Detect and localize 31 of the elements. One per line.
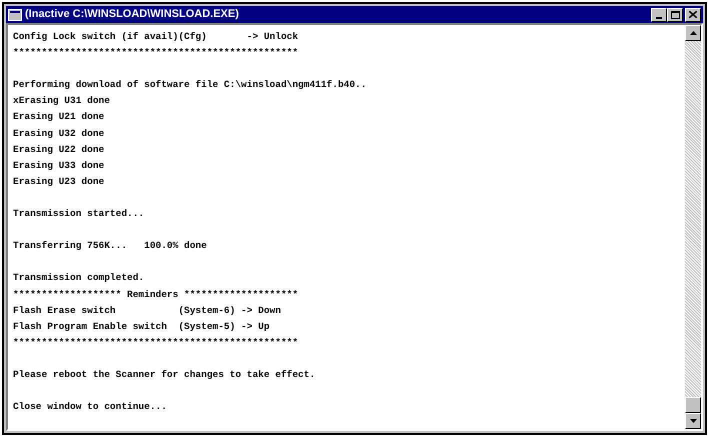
close-button[interactable] bbox=[685, 8, 701, 22]
window-title: (Inactive C:\WINSLOAD\WINSLOAD.EXE) bbox=[25, 9, 239, 20]
console-line: xErasing U31 done bbox=[13, 94, 110, 108]
minimize-icon bbox=[656, 16, 662, 18]
console-line: Transmission completed. bbox=[13, 271, 144, 286]
scroll-down-button[interactable] bbox=[685, 413, 701, 429]
console-line: ************************************************** bbox=[13, 336, 298, 350]
console-line: Performing download of software file C:\winsload\ngm411f.b40.. bbox=[13, 78, 366, 92]
close-icon bbox=[689, 11, 697, 18]
console-line: Flash Program Enable switch (System-5) -> Up bbox=[13, 320, 270, 334]
console-line: Erasing U33 done bbox=[13, 158, 104, 173]
scroll-up-button[interactable] bbox=[685, 25, 701, 41]
maximize-button[interactable] bbox=[667, 8, 683, 22]
up-arrow-icon bbox=[690, 31, 696, 35]
console-line: ************************************************** bbox=[13, 46, 298, 60]
console-line: Erasing U23 done bbox=[13, 174, 104, 189]
console-line: Transferring 756K... 100.0% done bbox=[13, 239, 207, 254]
console-line: Please reboot the Scanner for changes to take effect. bbox=[13, 368, 316, 382]
console-line: ******************* Reminders ******************** bbox=[13, 288, 298, 302]
console-line: Config Lock switch (if avail)(Cfg) -> Unlock bbox=[13, 30, 298, 44]
down-arrow-icon bbox=[690, 419, 696, 423]
console-line: Erasing U22 done bbox=[13, 142, 104, 157]
minimize-button[interactable] bbox=[651, 8, 667, 22]
vertical-scrollbar[interactable] bbox=[685, 25, 701, 429]
console-line: Close window to continue... bbox=[13, 400, 167, 414]
console-line: Flash Erase switch (System-6) -> Down bbox=[13, 304, 281, 318]
scroll-thumb[interactable] bbox=[685, 397, 701, 413]
console-line: Erasing U21 done bbox=[13, 110, 104, 124]
maximize-icon bbox=[670, 10, 680, 18]
console-line: Erasing U32 done bbox=[13, 126, 104, 141]
console-line: Transmission started... bbox=[13, 207, 144, 222]
